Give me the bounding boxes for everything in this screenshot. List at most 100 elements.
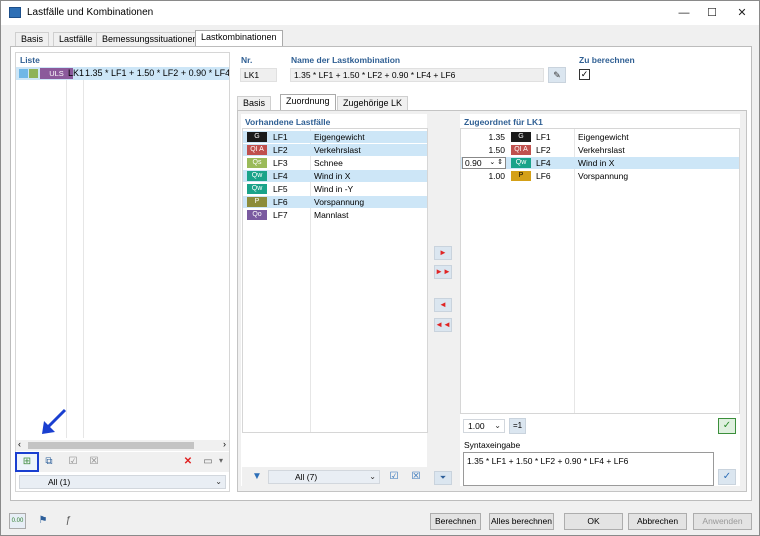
load-type-badge: QI A bbox=[511, 145, 531, 155]
assigned-list: 1.35 G LF1 Eigengewicht 1.50 QI A LF2 Verkehrsl… bbox=[460, 128, 740, 414]
tab-bemessungssituationen[interactable]: Bemessungssituationen bbox=[96, 32, 204, 46]
assigned-row[interactable]: 1.35 G LF1 Eigengewicht bbox=[461, 131, 739, 143]
load-case-code: LF6 bbox=[536, 171, 551, 181]
load-case-code: LF6 bbox=[273, 197, 288, 207]
calculate-button[interactable]: Berechnen bbox=[430, 513, 481, 530]
report-icon[interactable]: ⚑ bbox=[34, 513, 52, 529]
new-combination-icon[interactable]: ⊞ bbox=[15, 452, 39, 472]
nr-field[interactable]: LK1 bbox=[240, 68, 277, 82]
load-case-code: LF4 bbox=[536, 158, 551, 168]
tab-basis[interactable]: Basis bbox=[15, 32, 50, 46]
list-filter-select[interactable]: All (1) ⌄ bbox=[19, 475, 226, 489]
load-type-badge: QI A bbox=[247, 145, 267, 155]
load-type-badge: P bbox=[511, 171, 531, 181]
load-case-name: Vorspannung bbox=[578, 171, 629, 181]
check-all-icon[interactable]: ☑ bbox=[64, 454, 82, 470]
chevron-down-icon: ⌄ bbox=[215, 477, 222, 486]
list-item[interactable]: ULS LK1 1.35 * LF1 + 1.50 * LF2 + 0.90 *… bbox=[16, 67, 229, 80]
load-case-code: LF2 bbox=[536, 145, 551, 155]
available-row[interactable]: QI A LF2 Verkehrslast bbox=[243, 144, 427, 156]
scroll-left-icon[interactable]: ‹ bbox=[18, 439, 21, 449]
load-case-name: Eigengewicht bbox=[314, 132, 365, 142]
available-row[interactable]: Qw LF4 Wind in X bbox=[243, 170, 427, 182]
load-case-name: Verkehrslast bbox=[578, 145, 625, 155]
scrollbar-thumb[interactable] bbox=[28, 442, 194, 449]
minimize-button[interactable]: — bbox=[669, 3, 699, 23]
load-type-badge: Qw bbox=[247, 184, 267, 194]
load-case-name: Wind in X bbox=[314, 171, 351, 181]
copy-icon[interactable]: ⧉ bbox=[40, 454, 58, 470]
subtab-zuordnung[interactable]: Zuordnung bbox=[280, 94, 336, 111]
syntax-input[interactable]: 1.35 * LF1 + 1.50 * LF2 + 0.90 * LF4 + L… bbox=[463, 452, 714, 486]
load-type-badge: Qs bbox=[247, 158, 267, 168]
subtab-zugehoerige-lk[interactable]: Zugehörige LK bbox=[337, 96, 409, 110]
list-item-text: 1.35 * LF1 + 1.50 * LF2 + 0.90 * LF4 + L… bbox=[85, 68, 229, 78]
chevron-down-icon[interactable]: ▾ bbox=[219, 456, 223, 465]
add-selected-button[interactable]: ► bbox=[434, 246, 452, 260]
load-case-code: LF3 bbox=[273, 158, 288, 168]
factor-value: 1.50 bbox=[488, 145, 505, 155]
select-unchecked-icon[interactable]: ☒ bbox=[407, 469, 425, 485]
list-header: Liste bbox=[20, 55, 40, 65]
tab-lastfaelle[interactable]: Lastfälle bbox=[53, 32, 99, 46]
apply-syntax-icon[interactable]: ✓ bbox=[718, 469, 736, 485]
maximize-button[interactable]: ☐ bbox=[697, 3, 727, 23]
load-type-badge: Qw bbox=[247, 171, 267, 181]
remove-selected-button[interactable]: ◄ bbox=[434, 298, 452, 312]
color-square-icon bbox=[19, 69, 28, 78]
tab-lastkombinationen[interactable]: Lastkombinationen bbox=[195, 30, 283, 47]
load-case-name: Schnee bbox=[314, 158, 343, 168]
load-type-badge: G bbox=[511, 132, 531, 142]
available-row[interactable]: Qs LF3 Schnee bbox=[243, 157, 427, 169]
uncheck-all-icon[interactable]: ☒ bbox=[85, 454, 103, 470]
view-options-icon[interactable]: ▭ bbox=[199, 454, 217, 470]
set-factor-one-button[interactable]: =1 bbox=[509, 418, 526, 434]
available-filter-select[interactable]: All (7) ⌄ bbox=[268, 470, 380, 484]
load-case-code: LF4 bbox=[273, 171, 288, 181]
load-type-badge: P bbox=[247, 197, 267, 207]
load-type-badge: Qw bbox=[511, 158, 531, 168]
window-title: Lastfälle und Kombinationen bbox=[27, 7, 154, 18]
calculate-all-button[interactable]: Alles berechnen bbox=[489, 513, 554, 530]
stepper-icon[interactable]: ⌄ ⇕ bbox=[489, 158, 503, 168]
syntax-label: Syntaxeingabe bbox=[464, 440, 521, 450]
factor-stepper[interactable]: 0.90 ⌄ ⇕ bbox=[462, 157, 506, 169]
select-checked-icon[interactable]: ☑ bbox=[385, 469, 403, 485]
assigned-row[interactable]: 1.00 P LF6 Vorspannung bbox=[461, 170, 739, 182]
close-button[interactable]: ✕ bbox=[727, 3, 757, 23]
scroll-right-icon[interactable]: › bbox=[223, 439, 226, 449]
subtab-basis[interactable]: Basis bbox=[237, 96, 272, 110]
nr-label: Nr. bbox=[241, 55, 253, 65]
apply-factor-icon[interactable]: ✓ bbox=[718, 418, 736, 434]
horizontal-scrollbar[interactable]: ‹ › bbox=[16, 439, 229, 451]
available-row[interactable]: Qo LF7 Mannlast bbox=[243, 209, 427, 221]
cancel-button[interactable]: Abbrechen bbox=[628, 513, 687, 530]
available-list: G LF1 Eigengewicht QI A LF2 Verkehrslast Qs LF3… bbox=[242, 128, 428, 433]
calc-checkbox[interactable]: ✓ bbox=[579, 69, 590, 80]
edit-name-icon[interactable]: ✎ bbox=[548, 67, 566, 83]
available-row[interactable]: G LF1 Eigengewicht bbox=[243, 131, 427, 143]
combo-name-label: Name der Lastkombination bbox=[291, 55, 401, 65]
available-row[interactable]: P LF6 Vorspannung bbox=[243, 196, 427, 208]
load-case-name: Vorspannung bbox=[314, 197, 365, 207]
collapse-icon[interactable]: ⏷ bbox=[434, 471, 452, 485]
combo-name-field[interactable]: 1.35 * LF1 + 1.50 * LF2 + 0.90 * LF4 + L… bbox=[290, 68, 544, 82]
color-square-icon bbox=[29, 69, 38, 78]
assigned-row[interactable]: 1.50 QI A LF2 Verkehrslast bbox=[461, 144, 739, 156]
function-icon[interactable]: ƒ bbox=[59, 513, 77, 529]
list-item-id: LK1 bbox=[68, 68, 85, 78]
delete-icon[interactable]: ✕ bbox=[179, 454, 197, 470]
filter-icon[interactable]: ▼ bbox=[248, 469, 266, 485]
assigned-row[interactable]: 0.90 ⌄ ⇕ Qw LF4 Wind in X bbox=[461, 157, 739, 169]
load-case-name: Wind in -Y bbox=[314, 184, 354, 194]
factor-input[interactable]: 1.00 ⌄ bbox=[463, 419, 505, 433]
remove-all-button[interactable]: ◄◄ bbox=[434, 318, 452, 332]
add-all-button[interactable]: ►► bbox=[434, 265, 452, 279]
units-icon[interactable]: 0.00 bbox=[9, 513, 26, 529]
assigned-header: Zugeordnet für LK1 bbox=[464, 117, 543, 127]
apply-button[interactable]: Anwenden bbox=[693, 513, 752, 530]
load-type-badge: Qo bbox=[247, 210, 267, 220]
ok-button[interactable]: OK bbox=[564, 513, 623, 530]
available-row[interactable]: Qw LF5 Wind in -Y bbox=[243, 183, 427, 195]
pointer-arrow-icon bbox=[39, 407, 69, 437]
